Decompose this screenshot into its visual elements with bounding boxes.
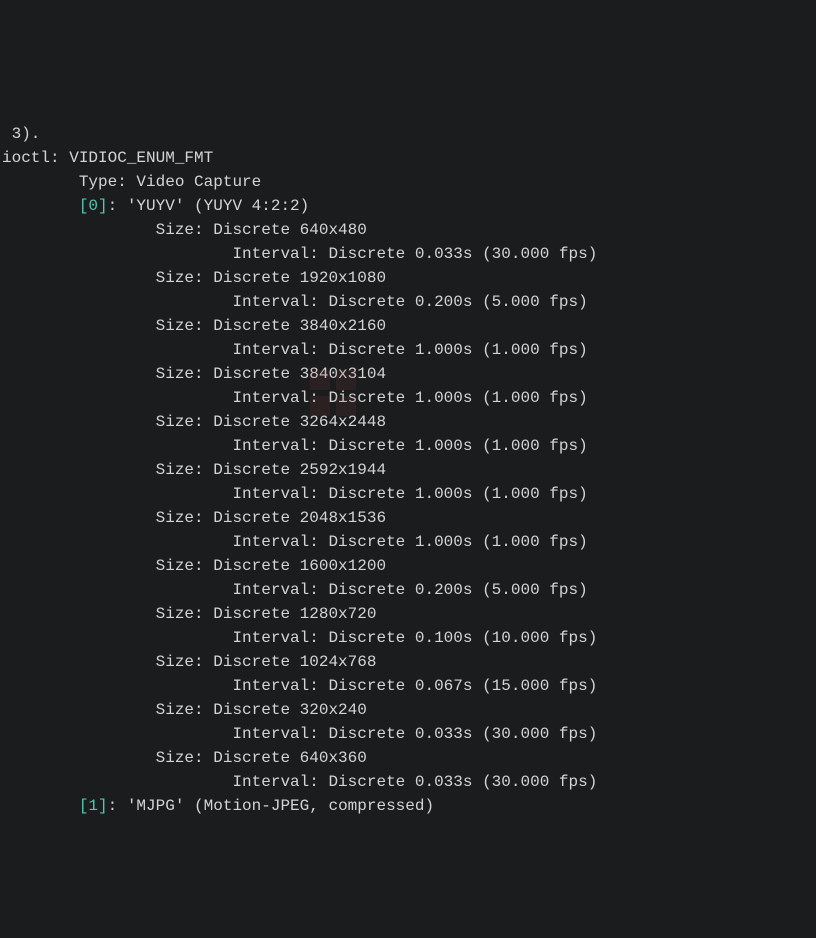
terminal-text: Size: Discrete 1024x768 (156, 653, 377, 671)
terminal-output: 3). ioctl: VIDIOC_ENUM_FMT Type: Video Ca… (0, 120, 816, 818)
terminal-text: Size: Discrete 3840x2160 (156, 317, 386, 335)
terminal-line: Size: Discrete 3264x2448 (2, 410, 816, 434)
terminal-line: Interval: Discrete 0.200s (5.000 fps) (2, 290, 816, 314)
terminal-line: Size: Discrete 1280x720 (2, 602, 816, 626)
terminal-line: Interval: Discrete 0.067s (15.000 fps) (2, 674, 816, 698)
terminal-line: Interval: Discrete 0.100s (10.000 fps) (2, 626, 816, 650)
terminal-line: Size: Discrete 1024x768 (2, 650, 816, 674)
terminal-line: Type: Video Capture (2, 170, 816, 194)
terminal-line: Size: Discrete 320x240 (2, 698, 816, 722)
terminal-line: Interval: Discrete 0.200s (5.000 fps) (2, 578, 816, 602)
terminal-text: : 'YUYV' (YUYV 4:2:2) (108, 197, 310, 215)
terminal-line: Interval: Discrete 0.033s (30.000 fps) (2, 770, 816, 794)
terminal-text: Size: Discrete 640x480 (156, 221, 367, 239)
terminal-line: ioctl: VIDIOC_ENUM_FMT (2, 146, 816, 170)
terminal-line: Interval: Discrete 1.000s (1.000 fps) (2, 434, 816, 458)
terminal-line: Interval: Discrete 1.000s (1.000 fps) (2, 386, 816, 410)
terminal-line: Size: Discrete 3840x2160 (2, 314, 816, 338)
terminal-text: Size: Discrete 640x360 (156, 749, 367, 767)
terminal-text: Interval: Discrete 0.067s (15.000 fps) (232, 677, 597, 695)
terminal-text: [0] (79, 197, 108, 215)
terminal-line: [1]: 'MJPG' (Motion-JPEG, compressed) (2, 794, 816, 818)
terminal-text: Interval: Discrete 1.000s (1.000 fps) (232, 533, 587, 551)
terminal-text: Size: Discrete 3840x3104 (156, 365, 386, 383)
terminal-line: Interval: Discrete 0.033s (30.000 fps) (2, 722, 816, 746)
terminal-text: Interval: Discrete 1.000s (1.000 fps) (232, 389, 587, 407)
terminal-text: Interval: Discrete 0.033s (30.000 fps) (232, 773, 597, 791)
terminal-line: Size: Discrete 2592x1944 (2, 458, 816, 482)
terminal-line: Size: Discrete 640x360 (2, 746, 816, 770)
terminal-line: [0]: 'YUYV' (YUYV 4:2:2) (2, 194, 816, 218)
terminal-text: Size: Discrete 3264x2448 (156, 413, 386, 431)
terminal-line: Size: Discrete 2048x1536 (2, 506, 816, 530)
terminal-line: Size: Discrete 1920x1080 (2, 266, 816, 290)
terminal-text: Size: Discrete 1280x720 (156, 605, 377, 623)
terminal-text: : 'MJPG' (Motion-JPEG, compressed) (108, 797, 434, 815)
terminal-line: 3). (2, 122, 816, 146)
terminal-text: Size: Discrete 2048x1536 (156, 509, 386, 527)
terminal-text: Interval: Discrete 1.000s (1.000 fps) (232, 341, 587, 359)
terminal-line: Size: Discrete 3840x3104 (2, 362, 816, 386)
terminal-text: Interval: Discrete 0.033s (30.000 fps) (232, 725, 597, 743)
terminal-text: Interval: Discrete 0.033s (30.000 fps) (232, 245, 597, 263)
terminal-text: Size: Discrete 2592x1944 (156, 461, 386, 479)
terminal-text: Size: Discrete 1920x1080 (156, 269, 386, 287)
terminal-text: Interval: Discrete 1.000s (1.000 fps) (232, 485, 587, 503)
terminal-text: Interval: Discrete 0.200s (5.000 fps) (232, 293, 587, 311)
terminal-text: Interval: Discrete 0.200s (5.000 fps) (232, 581, 587, 599)
terminal-line: Interval: Discrete 1.000s (1.000 fps) (2, 530, 816, 554)
terminal-text: Type: Video Capture (79, 173, 261, 191)
terminal-text: 3). (2, 125, 40, 143)
terminal-line: Size: Discrete 1600x1200 (2, 554, 816, 578)
terminal-line: Interval: Discrete 0.033s (30.000 fps) (2, 242, 816, 266)
terminal-text: Interval: Discrete 1.000s (1.000 fps) (232, 437, 587, 455)
terminal-line: Interval: Discrete 1.000s (1.000 fps) (2, 482, 816, 506)
terminal-text: Size: Discrete 1600x1200 (156, 557, 386, 575)
terminal-text: [1] (79, 797, 108, 815)
terminal-text: ioctl: VIDIOC_ENUM_FMT (2, 149, 213, 167)
terminal-line: Size: Discrete 640x480 (2, 218, 816, 242)
terminal-text: Size: Discrete 320x240 (156, 701, 367, 719)
terminal-line: Interval: Discrete 1.000s (1.000 fps) (2, 338, 816, 362)
terminal-text: Interval: Discrete 0.100s (10.000 fps) (232, 629, 597, 647)
